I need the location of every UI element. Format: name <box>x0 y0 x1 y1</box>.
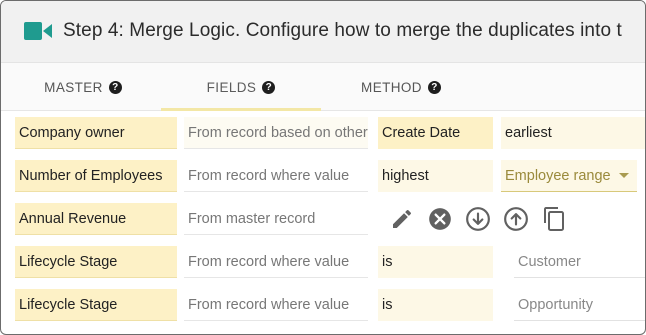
field-name[interactable]: Company owner <box>15 117 177 149</box>
tab-fields[interactable]: FIELDS ? <box>161 63 321 111</box>
field-rule-row: Company owner From record based on other… <box>1 111 645 154</box>
value-field[interactable]: Opportunity <box>514 289 645 321</box>
value-field[interactable]: earliest <box>501 117 645 149</box>
field-rule-row: Number of Employees From record where va… <box>1 154 645 197</box>
field-rule-row: Annual Revenue From master record <box>1 197 645 240</box>
video-camera-icon <box>24 22 52 40</box>
field-name[interactable]: Lifecycle Stage <box>15 246 177 278</box>
source-select[interactable]: From record where value <box>184 160 368 192</box>
copy-icon[interactable] <box>538 203 570 235</box>
tab-master-label: MASTER <box>44 79 103 95</box>
help-icon[interactable]: ? <box>108 80 122 94</box>
tab-master[interactable]: MASTER ? <box>21 63 145 111</box>
tab-bar: MASTER ? FIELDS ? METHOD ? <box>1 63 645 111</box>
field-rule-row: Lifecycle Stage From record where value … <box>1 283 645 326</box>
operator-field[interactable]: highest <box>378 160 493 192</box>
help-icon[interactable]: ? <box>262 80 276 94</box>
merge-logic-window: Step 4: Merge Logic. Configure how to me… <box>0 0 646 335</box>
row-actions <box>386 203 576 235</box>
operator-field[interactable]: is <box>378 289 493 321</box>
source-select[interactable]: From master record <box>184 203 368 235</box>
field-name[interactable]: Number of Employees <box>15 160 177 192</box>
help-icon[interactable]: ? <box>427 80 441 94</box>
value-field[interactable]: Customer <box>514 246 645 278</box>
move-up-icon[interactable] <box>500 203 532 235</box>
source-select[interactable]: From record where value <box>184 246 368 278</box>
source-select[interactable]: From record where value <box>184 289 368 321</box>
field-rule-row: Lifecycle Stage From record where value … <box>1 240 645 283</box>
source-select[interactable]: From record based on other <box>184 117 368 149</box>
remove-icon[interactable] <box>424 203 456 235</box>
edit-icon[interactable] <box>386 203 418 235</box>
value-dropdown[interactable]: Employee range <box>501 160 637 192</box>
operator-field[interactable]: is <box>378 246 493 278</box>
field-name[interactable]: Annual Revenue <box>15 203 177 235</box>
field-name[interactable]: Lifecycle Stage <box>15 289 177 321</box>
chevron-down-icon <box>619 173 629 178</box>
tab-method[interactable]: METHOD ? <box>331 63 471 111</box>
tab-fields-label: FIELDS <box>206 79 257 95</box>
header-bar: Step 4: Merge Logic. Configure how to me… <box>1 1 645 63</box>
operator-field[interactable]: Create Date <box>378 117 493 149</box>
tab-method-label: METHOD <box>361 79 422 95</box>
move-down-icon[interactable] <box>462 203 494 235</box>
value-dropdown-label: Employee range <box>505 167 611 184</box>
page-title: Step 4: Merge Logic. Configure how to me… <box>63 20 622 41</box>
